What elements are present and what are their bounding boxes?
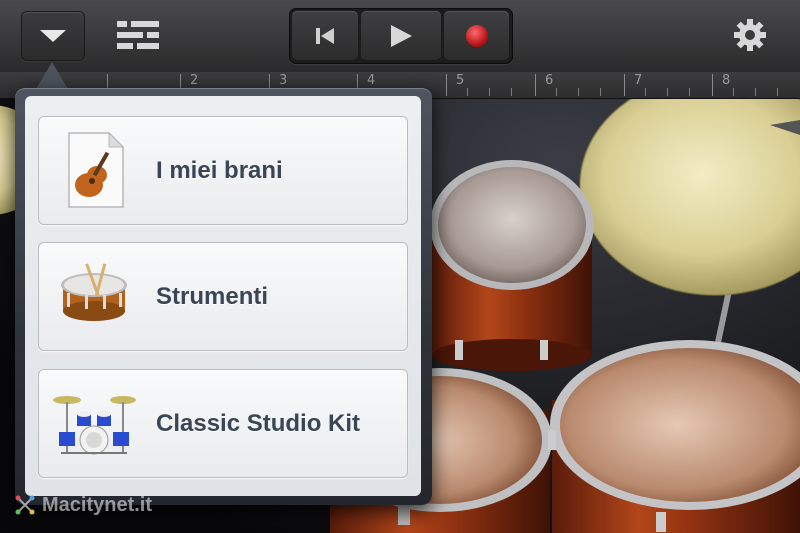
menu-item-my-songs[interactable]: I miei brani <box>38 116 408 225</box>
watermark-text: Macitynet.it <box>42 493 153 516</box>
snare-drum-icon <box>61 263 127 321</box>
menu-item-classic-studio-kit[interactable]: Classic Studio Kit <box>38 369 408 478</box>
menu-popover: I miei brani Strumenti Classic Studio Ki… <box>15 88 432 505</box>
ruler-tick <box>712 74 713 96</box>
ruler-mark: 2 <box>190 73 199 88</box>
popover-arrow <box>36 62 68 89</box>
menu-dropdown-button[interactable] <box>21 11 85 61</box>
record-icon <box>465 24 488 47</box>
ruler-mark: 8 <box>722 73 731 88</box>
drum-kit-icon <box>53 396 136 455</box>
settings-button[interactable] <box>724 11 776 59</box>
ruler-tick <box>624 74 625 96</box>
watermark: Macitynet.it <box>14 492 152 518</box>
ruler-mark: 6 <box>545 73 554 88</box>
play-icon <box>391 24 412 47</box>
record-button[interactable] <box>444 11 509 60</box>
tracks-view-button[interactable] <box>110 11 166 59</box>
rewind-button[interactable] <box>292 11 358 60</box>
menu-item-label: Classic Studio Kit <box>156 410 361 437</box>
top-toolbar <box>0 0 800 73</box>
ruler-tick <box>446 74 447 96</box>
menu-item-instruments[interactable]: Strumenti <box>38 242 408 351</box>
ruler-tick <box>535 74 536 96</box>
menu-item-label: I miei brani <box>156 157 283 184</box>
gear-icon <box>734 19 766 51</box>
skip-to-start-icon <box>316 27 334 44</box>
transport-controls <box>289 8 513 64</box>
tracks-icon <box>117 21 159 49</box>
triangle-down-icon <box>40 30 66 42</box>
play-button[interactable] <box>361 11 441 60</box>
ruler-mark: 3 <box>279 73 288 88</box>
ruler-mark: 4 <box>367 73 376 88</box>
watermark-logo-icon <box>15 495 35 515</box>
song-document-icon <box>68 131 125 208</box>
menu-item-label: Strumenti <box>156 283 269 310</box>
ruler-mark: 5 <box>456 73 465 88</box>
ruler-mark: 7 <box>634 73 643 88</box>
menu-list: I miei brani Strumenti Classic Studio Ki… <box>25 96 421 496</box>
